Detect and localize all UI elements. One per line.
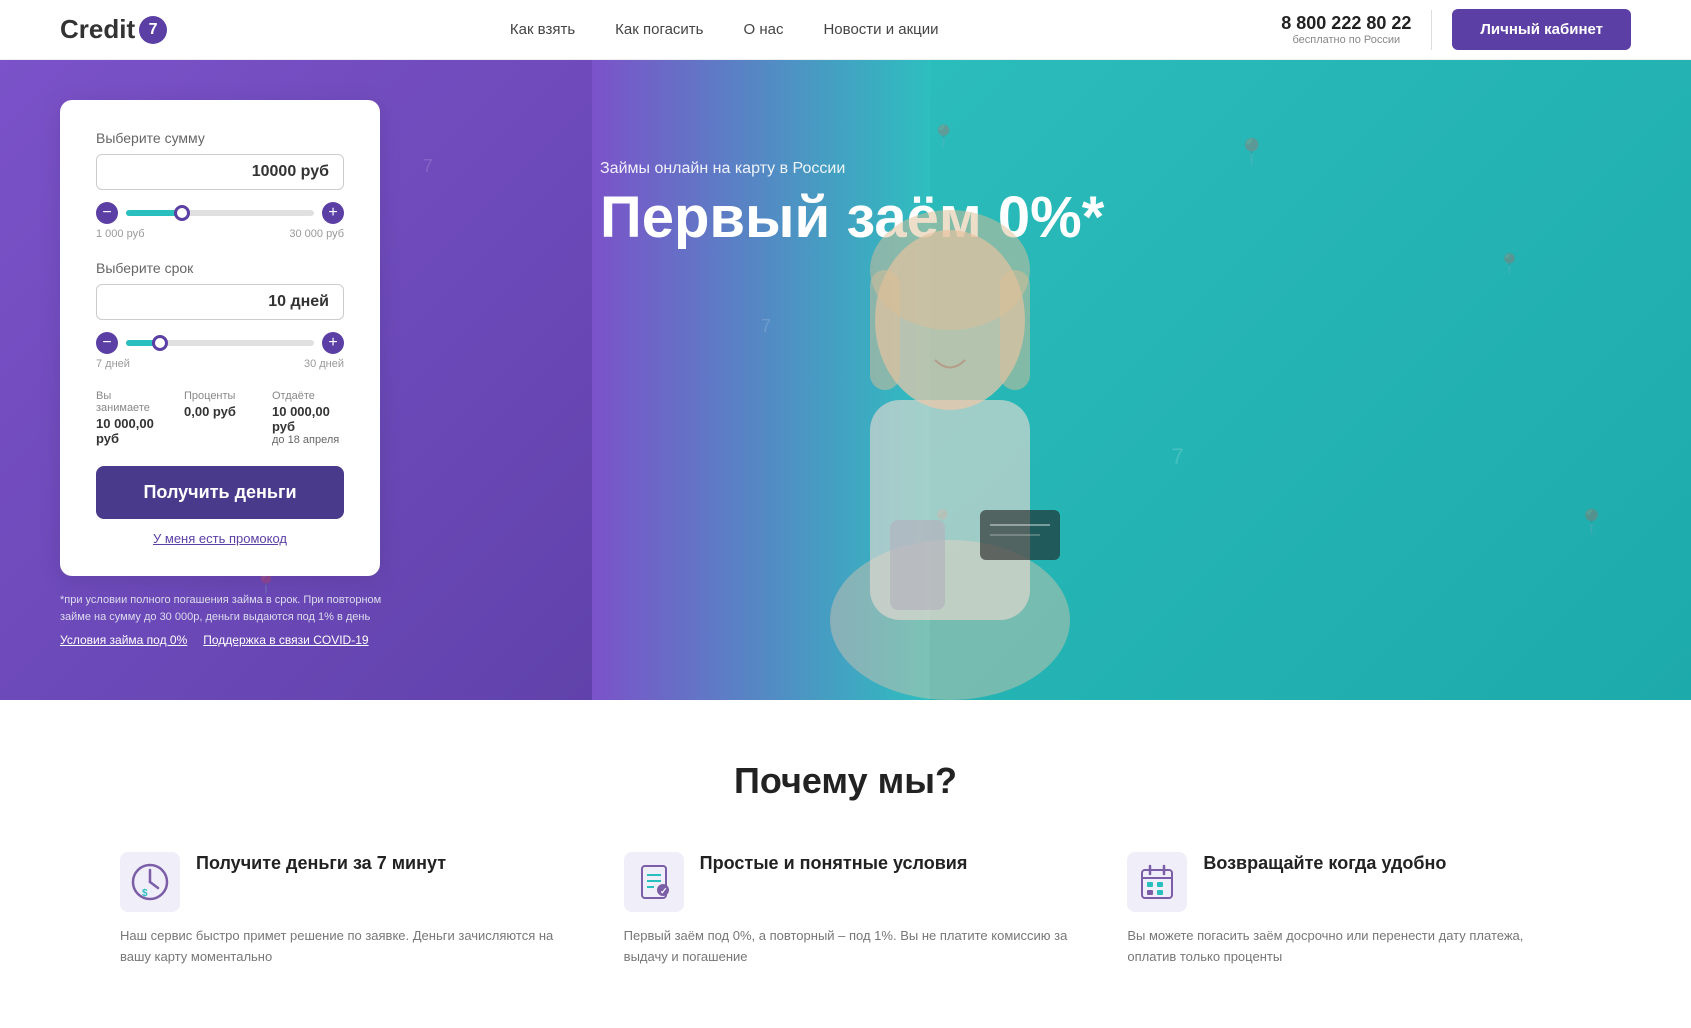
term-track[interactable] (126, 340, 314, 346)
calc-summary: Вы занимаете 10 000,00 руб Проценты 0,00… (96, 390, 344, 446)
borrow-label: Вы занимаете (96, 390, 168, 414)
return-label: Отдаёте (272, 390, 344, 402)
hero-section: 📍 📍 📍 📍 📍 📍 📍 📍 7 7 7 Выберите сумму 100… (0, 60, 1691, 700)
header: Credit 7 Как взять Как погасить О нас Но… (0, 0, 1691, 60)
amount-value: 10000 руб (96, 154, 344, 190)
logo: Credit 7 (60, 14, 167, 45)
phone-block: 8 800 222 80 22 бесплатно по России (1281, 13, 1411, 46)
why-icon-1: ✓ (624, 852, 684, 912)
zero-percent-link[interactable]: Условия займа под 0% (60, 633, 187, 647)
amount-thumb[interactable] (174, 205, 190, 221)
nav-item-about[interactable]: О нас (744, 21, 784, 38)
nav-item-how-to-pay[interactable]: Как погасить (615, 21, 703, 38)
term-decrease-btn[interactable]: − (96, 332, 118, 354)
borrow-value: 10 000,00 руб (96, 416, 168, 446)
document-icon: ✓ (634, 862, 674, 902)
cabinet-button[interactable]: Личный кабинет (1452, 9, 1631, 50)
amount-minmax: 1 000 руб 30 000 руб (96, 228, 344, 240)
interest-block: Проценты 0,00 руб (184, 390, 256, 446)
return-block: Отдаёте 10 000,00 рубдо 18 апреля (272, 390, 344, 446)
term-thumb[interactable] (152, 335, 168, 351)
clock-dollar-icon: $ (130, 862, 170, 902)
term-max: 30 дней (304, 358, 344, 370)
svg-text:✓: ✓ (660, 886, 668, 896)
why-card-0-text: Наш сервис быстро примет решение по заяв… (120, 926, 564, 968)
why-card-2: Возвращайте когда удобно Вы можете погас… (1127, 852, 1571, 968)
amount-track[interactable] (126, 210, 314, 216)
interest-value: 0,00 руб (184, 404, 256, 419)
why-section: Почему мы? $ Получите деньги за 7 минут … (0, 700, 1691, 1028)
nav-item-how-to-get[interactable]: Как взять (510, 21, 575, 38)
why-title: Почему мы? (120, 760, 1571, 802)
amount-increase-btn[interactable]: + (322, 202, 344, 224)
term-increase-btn[interactable]: + (322, 332, 344, 354)
woman-illustration (740, 140, 1160, 700)
amount-slider-row: − + (96, 202, 344, 224)
why-card-1-title: Простые и понятные условия (700, 852, 968, 875)
logo-seven: 7 (139, 16, 167, 44)
why-card-2-text: Вы можете погасить заём досрочно или пер… (1127, 926, 1571, 968)
header-divider (1431, 10, 1432, 50)
why-card-1: ✓ Простые и понятные условия Первый заём… (624, 852, 1068, 968)
term-label: Выберите срок (96, 260, 344, 276)
amount-label: Выберите сумму (96, 130, 344, 146)
header-right: 8 800 222 80 22 бесплатно по России Личн… (1281, 9, 1631, 50)
hero-left: Выберите сумму 10000 руб − + 1 000 руб 3… (0, 60, 560, 700)
why-card-1-text: Первый заём под 0%, а повторный – под 1%… (624, 926, 1068, 968)
get-money-button[interactable]: Получить деньги (96, 466, 344, 519)
promo-link[interactable]: У меня есть промокод (96, 531, 344, 546)
why-cards: $ Получите деньги за 7 минут Наш сервис … (120, 852, 1571, 968)
logo-text: Credit (60, 14, 135, 45)
hero-disclaimer: *при условии полного погашения займа в с… (60, 592, 410, 625)
main-nav: Как взять Как погасить О нас Новости и а… (510, 21, 939, 38)
hero-right: Займы онлайн на карту в России Первый за… (560, 60, 1691, 700)
amount-max: 30 000 руб (289, 228, 344, 240)
calculator-card: Выберите сумму 10000 руб − + 1 000 руб 3… (60, 100, 380, 576)
why-card-1-top: ✓ Простые и понятные условия (624, 852, 1068, 912)
hero-links: Условия займа под 0% Поддержка в связи C… (60, 633, 500, 647)
nav-item-news[interactable]: Новости и акции (823, 21, 938, 38)
return-value: 10 000,00 рубдо 18 апреля (272, 404, 344, 446)
amount-min: 1 000 руб (96, 228, 145, 240)
why-card-2-title: Возвращайте когда удобно (1203, 852, 1446, 875)
phone-sub: бесплатно по России (1281, 34, 1411, 46)
covid-link[interactable]: Поддержка в связи COVID-19 (203, 633, 368, 647)
interest-label: Проценты (184, 390, 256, 402)
svg-text:$: $ (142, 888, 148, 899)
phone-number: 8 800 222 80 22 (1281, 13, 1411, 34)
return-date: до 18 апреля (272, 434, 344, 446)
why-icon-0: $ (120, 852, 180, 912)
calendar-icon (1137, 862, 1177, 902)
borrow-block: Вы занимаете 10 000,00 руб (96, 390, 168, 446)
why-card-0: $ Получите деньги за 7 минут Наш сервис … (120, 852, 564, 968)
term-value: 10 дней (96, 284, 344, 320)
term-min: 7 дней (96, 358, 130, 370)
why-icon-2 (1127, 852, 1187, 912)
why-card-0-top: $ Получите деньги за 7 минут (120, 852, 564, 912)
why-card-2-top: Возвращайте когда удобно (1127, 852, 1571, 912)
amount-decrease-btn[interactable]: − (96, 202, 118, 224)
term-slider-row: − + (96, 332, 344, 354)
term-minmax: 7 дней 30 дней (96, 358, 344, 370)
woman-container (720, 120, 1180, 700)
why-card-0-title: Получите деньги за 7 минут (196, 852, 446, 875)
